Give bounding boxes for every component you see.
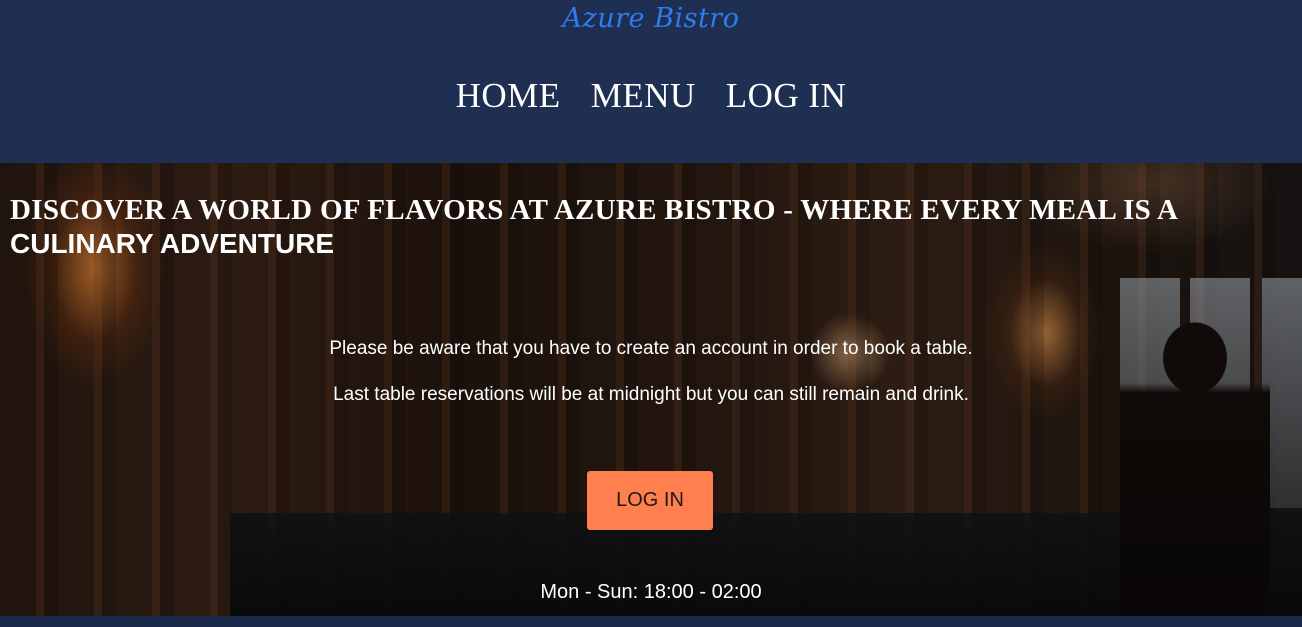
nav-log-in[interactable]: LOG IN xyxy=(726,75,847,117)
account-notice: Please be aware that you have to create … xyxy=(329,338,973,359)
site-header: Azure Bistro HOME MENU LOG IN xyxy=(0,0,1302,163)
log-in-button[interactable]: LOG IN xyxy=(587,471,713,530)
hero-title: DISCOVER A WORLD OF FLAVORS AT AZURE BIS… xyxy=(10,194,1177,259)
reservation-notice: Last table reservations will be at midni… xyxy=(333,384,969,405)
hero-section: DISCOVER A WORLD OF FLAVORS AT AZURE BIS… xyxy=(0,163,1302,616)
nav-menu[interactable]: MENU xyxy=(591,75,696,117)
site-logo[interactable]: Azure Bistro xyxy=(0,0,1302,38)
nav-home[interactable]: HOME xyxy=(456,75,561,117)
page-footer-edge xyxy=(0,616,1302,627)
main-nav: HOME MENU LOG IN xyxy=(0,75,1302,117)
opening-hours: Mon - Sun: 18:00 - 02:00 xyxy=(540,581,762,603)
